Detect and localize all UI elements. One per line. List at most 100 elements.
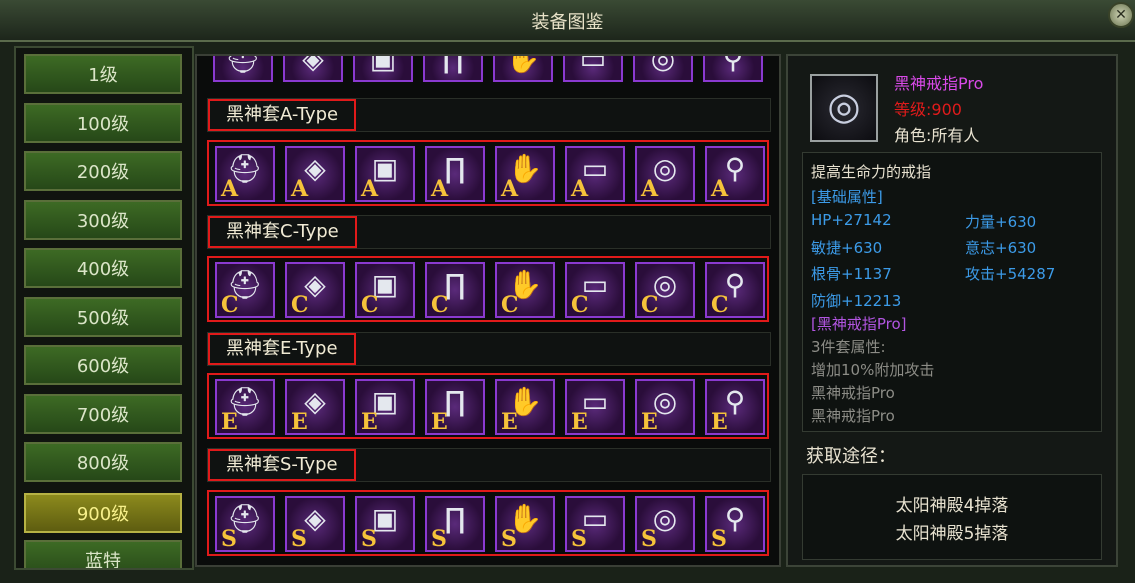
item-slot[interactable]: ◎ C — [635, 262, 695, 318]
item-slot[interactable]: ⚲ S — [705, 496, 765, 552]
level-tab[interactable]: 1级 — [24, 54, 182, 94]
grade-letter: C — [501, 292, 519, 318]
window-title: 装备图鉴 — [531, 12, 604, 33]
item-slot[interactable]: ⚲ E — [705, 379, 765, 435]
item-slot[interactable]: ∏ S — [425, 496, 485, 552]
ring-icon: ◎ — [827, 84, 861, 128]
equipment-list[interactable]: ⛑ ◈ ▣ ∏ ✋ ▭ ◎ ⚲ 黑神套A-Type ⛑ A ◈ A ▣ A ∏ A ✋ A ▭ A ◎ A ⚲ A 黑神套C… — [195, 54, 781, 567]
item-slot[interactable]: ✋ E — [495, 379, 555, 435]
item-slot[interactable]: ∏ — [423, 56, 483, 82]
game-window: 装备图鉴 ✕ 1级 100级 200级 300级 400级 500级 600级 … — [0, 0, 1135, 583]
item-slot[interactable]: ✋ A — [495, 146, 555, 202]
set-label: 黑神套S-Type — [208, 449, 356, 481]
grade-letter: A — [221, 176, 239, 202]
grade-letter: E — [431, 409, 448, 435]
set-name: [黑神戒指Pro] — [811, 315, 907, 333]
item-slot[interactable]: ◎ A — [635, 146, 695, 202]
item-slot[interactable]: ▣ S — [355, 496, 415, 552]
item-slot[interactable]: ⚲ — [703, 56, 763, 82]
level-tab[interactable]: 500级 — [24, 297, 182, 337]
set-item-row: ⛑ S ◈ S ▣ S ∏ S ✋ S ▭ S ◎ S ⚲ S — [207, 490, 769, 556]
level-tab[interactable]: 100级 — [24, 103, 182, 143]
item-slot[interactable]: ∏ C — [425, 262, 485, 318]
item-slot[interactable]: ▭ E — [565, 379, 625, 435]
partial-item-row: ⛑ ◈ ▣ ∏ ✋ ▭ ◎ ⚲ — [207, 56, 769, 82]
level-tab[interactable]: 400级 — [24, 248, 182, 288]
item-slot[interactable]: ▭ — [563, 56, 623, 82]
level-tab[interactable]: 200级 — [24, 151, 182, 191]
stat-hp: HP+27142 — [811, 211, 892, 229]
set-item-row: ⛑ A ◈ A ▣ A ∏ A ✋ A ▭ A ◎ A ⚲ A — [207, 140, 769, 206]
grade-letter: S — [641, 526, 657, 552]
set-header: 黑神套C-Type — [207, 215, 771, 249]
item-role: 角色:所有人 — [894, 126, 980, 145]
item-slot[interactable]: ✋ — [493, 56, 553, 82]
stat-strength: 力量+630 — [965, 213, 1037, 231]
grade-letter: C — [431, 292, 449, 318]
grade-letter: A — [361, 176, 379, 202]
level-tab[interactable]: 蓝特 — [24, 540, 182, 568]
item-slot[interactable]: ⛑ — [213, 56, 273, 82]
source-line: 太阳神殿5掉落 — [895, 524, 1009, 544]
item-slot[interactable]: ▣ C — [355, 262, 415, 318]
set-label: 黑神套C-Type — [208, 216, 357, 248]
set-item-row: ⛑ C ◈ C ▣ C ∏ C ✋ C ▭ C ◎ C ⚲ C — [207, 256, 769, 322]
level-tab-selected[interactable]: 900级 — [24, 493, 182, 533]
boots-icon: ⚲ — [722, 54, 744, 75]
item-slot[interactable]: ◈ E — [285, 379, 345, 435]
item-slot[interactable]: ▭ S — [565, 496, 625, 552]
item-slot[interactable]: ⚲ C — [705, 262, 765, 318]
grade-letter: A — [501, 176, 519, 202]
item-slot[interactable]: ∏ A — [425, 146, 485, 202]
grade-letter: S — [501, 526, 517, 552]
ring-icon: ◎ — [650, 54, 676, 75]
item-slot[interactable]: ◈ A — [285, 146, 345, 202]
item-slot[interactable]: ▣ — [353, 56, 413, 82]
level-tab[interactable]: 600级 — [24, 345, 182, 385]
item-slot[interactable]: ◈ S — [285, 496, 345, 552]
grade-letter: E — [221, 409, 238, 435]
set-label: 黑神套E-Type — [208, 333, 356, 365]
grade-letter: S — [291, 526, 307, 552]
item-slot[interactable]: ▣ E — [355, 379, 415, 435]
grade-letter: S — [711, 526, 727, 552]
item-slot[interactable]: ▭ C — [565, 262, 625, 318]
item-slot[interactable]: ⛑ C — [215, 262, 275, 318]
stat-will: 意志+630 — [965, 239, 1037, 257]
item-slot[interactable]: ◈ C — [285, 262, 345, 318]
grade-letter: E — [711, 409, 728, 435]
level-tab[interactable]: 300级 — [24, 200, 182, 240]
item-slot[interactable]: ⛑ E — [215, 379, 275, 435]
item-slot[interactable]: ⚲ A — [705, 146, 765, 202]
item-slot[interactable]: ◈ — [283, 56, 343, 82]
item-slot[interactable]: ▣ A — [355, 146, 415, 202]
item-slot[interactable]: ◎ E — [635, 379, 695, 435]
level-tab[interactable]: 800级 — [24, 442, 182, 482]
set-header: 黑神套E-Type — [207, 332, 771, 366]
item-slot[interactable]: ◎ — [633, 56, 693, 82]
item-slot[interactable]: ◎ S — [635, 496, 695, 552]
item-slot[interactable]: ∏ E — [425, 379, 485, 435]
item-slot[interactable]: ✋ C — [495, 262, 555, 318]
grade-letter: A — [291, 176, 309, 202]
level-tab[interactable]: 700级 — [24, 394, 182, 434]
helmet-icon: ⛑ — [225, 54, 261, 75]
item-slot[interactable]: ▭ A — [565, 146, 625, 202]
item-slot[interactable]: ⛑ A — [215, 146, 275, 202]
item-slot[interactable]: ⛑ S — [215, 496, 275, 552]
set-item-row: ⛑ E ◈ E ▣ E ∏ E ✋ E ▭ E ◎ E ⚲ E — [207, 373, 769, 439]
grade-letter: E — [361, 409, 378, 435]
grade-letter: E — [641, 409, 658, 435]
set-header: 黑神套A-Type — [207, 98, 771, 132]
stat-attack: 攻击+54287 — [965, 265, 1056, 283]
close-icon[interactable]: ✕ — [1108, 2, 1134, 28]
grade-letter: C — [361, 292, 379, 318]
grade-letter: A — [571, 176, 589, 202]
set-member: 黑神戒指Pro — [811, 384, 895, 402]
item-slot[interactable]: ✋ S — [495, 496, 555, 552]
grade-letter: C — [291, 292, 309, 318]
grade-letter: C — [221, 292, 239, 318]
grade-letter: A — [711, 176, 729, 202]
grade-letter: E — [291, 409, 308, 435]
base-attr-header: [基础属性] — [811, 188, 883, 206]
